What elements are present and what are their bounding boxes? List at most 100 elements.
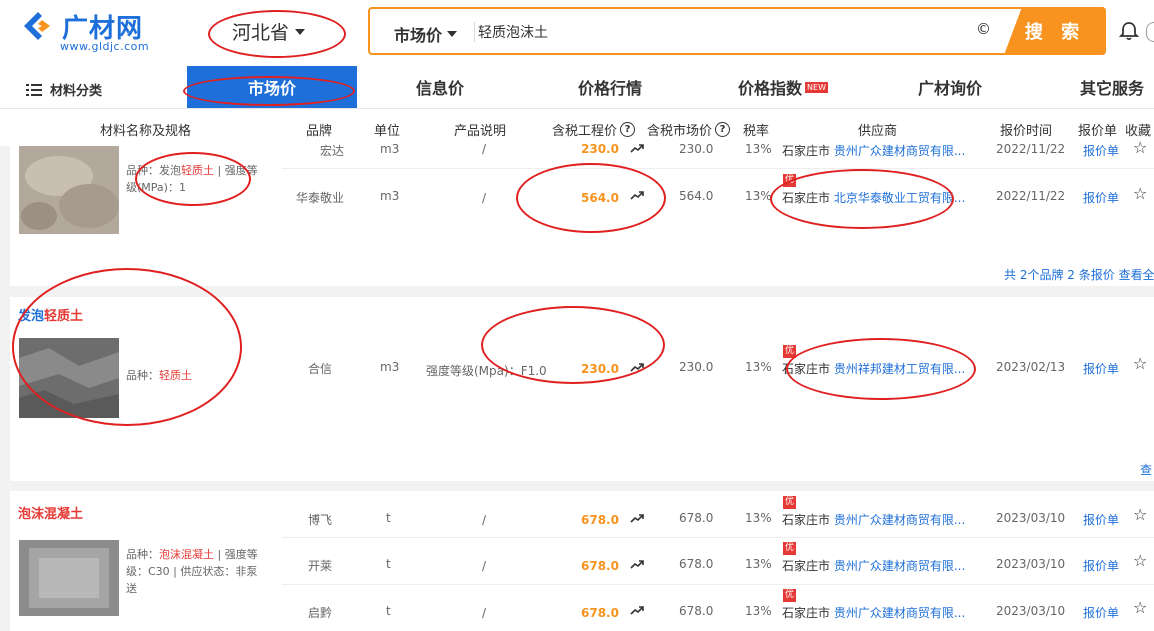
group-summary-link[interactable]: 查	[1140, 461, 1152, 478]
clear-icon[interactable]: ©	[976, 20, 991, 38]
col-brand: 品牌	[306, 124, 333, 139]
product-image-foam-concrete[interactable]	[19, 540, 119, 616]
star-icon[interactable]: ☆	[1133, 598, 1147, 617]
quote-link[interactable]: 报价单	[1083, 360, 1119, 377]
brand-cell: 宏达	[320, 144, 345, 158]
unit-cell: t	[386, 557, 391, 571]
trend-icon[interactable]	[630, 605, 644, 615]
row-divider	[282, 537, 1154, 538]
help-icon[interactable]: ?	[715, 122, 731, 137]
time-cell: 2023/03/10	[996, 511, 1066, 525]
search-input[interactable]	[478, 19, 958, 45]
site-logo[interactable]: 广材网 www.gldjc.com	[20, 6, 160, 56]
tab-inquiry[interactable]: 广材询价	[900, 66, 1000, 108]
row-divider	[282, 584, 1154, 585]
main-nav: 材料分类 市场价 信息价 价格行情 价格指数 NEW 广材询价 其它服务	[0, 66, 1154, 108]
unit-cell: m3	[380, 189, 400, 203]
logo-url: www.gldjc.com	[60, 40, 150, 53]
star-icon[interactable]: ☆	[1133, 138, 1147, 157]
star-icon[interactable]: ☆	[1133, 354, 1147, 373]
trend-icon[interactable]	[630, 559, 644, 569]
col-supplier: 供应商	[858, 124, 898, 139]
eng-price-cell: 230.0	[581, 142, 619, 156]
side-panel-tab[interactable]	[1146, 22, 1154, 42]
bell-icon[interactable]	[1118, 20, 1140, 42]
help-icon[interactable]: ?	[620, 122, 636, 137]
unit-cell: t	[386, 511, 391, 525]
eng-price-cell: 230.0	[581, 362, 619, 376]
quote-link[interactable]: 报价单	[1083, 604, 1119, 621]
product-group-3: 泡沫混凝土 品种：泡沫混凝土 | 强度等级：C30 | 供应状态：非泵送 博飞 …	[10, 491, 1154, 631]
brand-cell: 博飞	[308, 513, 333, 527]
tab-price-index[interactable]: 价格指数 NEW	[728, 66, 838, 108]
supplier-link[interactable]: 贵州广众建材商贸有限...	[834, 144, 965, 158]
col-tax: 税率	[743, 124, 770, 139]
quote-link[interactable]: 报价单	[1083, 511, 1119, 528]
product-image-foam-soil[interactable]	[19, 146, 119, 234]
star-icon[interactable]: ☆	[1133, 184, 1147, 203]
tab-other-services[interactable]: 其它服务	[1080, 66, 1154, 108]
tab-price-trend[interactable]: 价格行情	[560, 66, 660, 108]
supplier-link[interactable]: 贵州广众建材商贸有限...	[834, 559, 965, 573]
eng-price-cell: 564.0	[581, 191, 619, 205]
unit-cell: m3	[380, 360, 400, 374]
col-name: 材料名称及规格	[100, 124, 192, 139]
desc-cell: /	[482, 191, 487, 205]
supplier-cell: 石家庄市 贵州祥邦建材工贸有限...	[782, 362, 966, 376]
supplier-cell: 石家庄市 贵州广众建材商贸有限...	[782, 559, 966, 573]
tax-cell: 13%	[745, 511, 772, 525]
brand-cell: 启黔	[308, 606, 333, 620]
product-title[interactable]: 泡沫混凝土	[18, 503, 83, 522]
star-icon[interactable]: ☆	[1133, 551, 1147, 570]
table-header: 材料名称及规格 品牌 单位 产品说明 含税工程价? 含税市场价? 税率 供应商 …	[0, 108, 1154, 146]
tab-market-price[interactable]: 市场价	[187, 66, 357, 108]
brand-cell: 合信	[308, 362, 333, 376]
desc-cell: /	[482, 559, 487, 573]
category-menu-button[interactable]: 材料分类	[26, 80, 102, 99]
time-cell: 2022/11/22	[996, 189, 1066, 203]
supplier-cell: 石家庄市 贵州广众建材商贸有限...	[782, 513, 966, 527]
market-price-cell: 564.0	[679, 189, 714, 203]
product-desc: 品种：轻质土	[126, 369, 192, 382]
supplier-link[interactable]: 贵州广众建材商贸有限...	[834, 513, 965, 527]
new-badge: NEW	[805, 81, 828, 93]
time-cell: 2022/11/22	[996, 142, 1066, 156]
trend-icon[interactable]	[630, 513, 644, 523]
search-type-dropdown[interactable]: 市场价	[394, 22, 458, 46]
col-eng-price[interactable]: 含税工程价?	[552, 120, 636, 139]
col-market-price[interactable]: 含税市场价?	[647, 120, 731, 139]
supplier-link[interactable]: 贵州广众建材商贸有限...	[834, 606, 965, 620]
star-icon[interactable]: ☆	[1133, 505, 1147, 524]
trend-icon[interactable]	[630, 190, 644, 200]
col-time: 报价时间	[1000, 124, 1053, 139]
group-summary-link[interactable]: 共 2个品牌 2 条报价 查看全	[1004, 266, 1154, 283]
premium-badge: 优	[783, 345, 796, 358]
supplier-link[interactable]: 贵州祥邦建材工贸有限...	[834, 362, 965, 376]
supplier-link[interactable]: 北京华泰敬业工贸有限...	[834, 191, 965, 205]
search-bar: 市场价 © 搜 索	[368, 7, 1106, 55]
quote-link[interactable]: 报价单	[1083, 557, 1119, 574]
quote-link[interactable]: 报价单	[1083, 189, 1119, 206]
caret-down-icon	[447, 31, 458, 37]
product-image-foam-lightweight[interactable]	[19, 338, 119, 418]
trend-icon[interactable]	[630, 143, 644, 153]
market-price-cell: 230.0	[679, 360, 714, 374]
tab-price-index-label: 价格指数	[738, 79, 803, 98]
province-selector[interactable]: 河北省	[232, 18, 306, 45]
product-group-2: 发泡轻质土 品种：轻质土 合信 m3 强度等级(Mpa)：F1.0 230.0 …	[10, 297, 1154, 481]
product-title[interactable]: 发泡轻质土	[18, 305, 83, 324]
market-price-cell: 678.0	[679, 511, 714, 525]
row-divider	[282, 168, 1154, 169]
supplier-cell: 石家庄市 北京华泰敬业工贸有限...	[782, 191, 966, 205]
tab-info-price[interactable]: 信息价	[390, 66, 490, 108]
search-button[interactable]: 搜 索	[1004, 7, 1106, 55]
col-unit: 单位	[374, 124, 401, 139]
col-fav: 收藏	[1125, 124, 1152, 139]
time-cell: 2023/03/10	[996, 604, 1066, 618]
col-eng-price-label: 含税工程价	[552, 124, 618, 139]
trend-icon[interactable]	[630, 362, 644, 372]
quote-link[interactable]: 报价单	[1083, 142, 1119, 159]
desc-cell: /	[482, 142, 487, 156]
product-group-1: 品种：发泡轻质土 | 强度等级(MPa)：1 宏达 m3 / 230.0 230…	[10, 138, 1154, 286]
premium-badge: 优	[783, 589, 796, 602]
